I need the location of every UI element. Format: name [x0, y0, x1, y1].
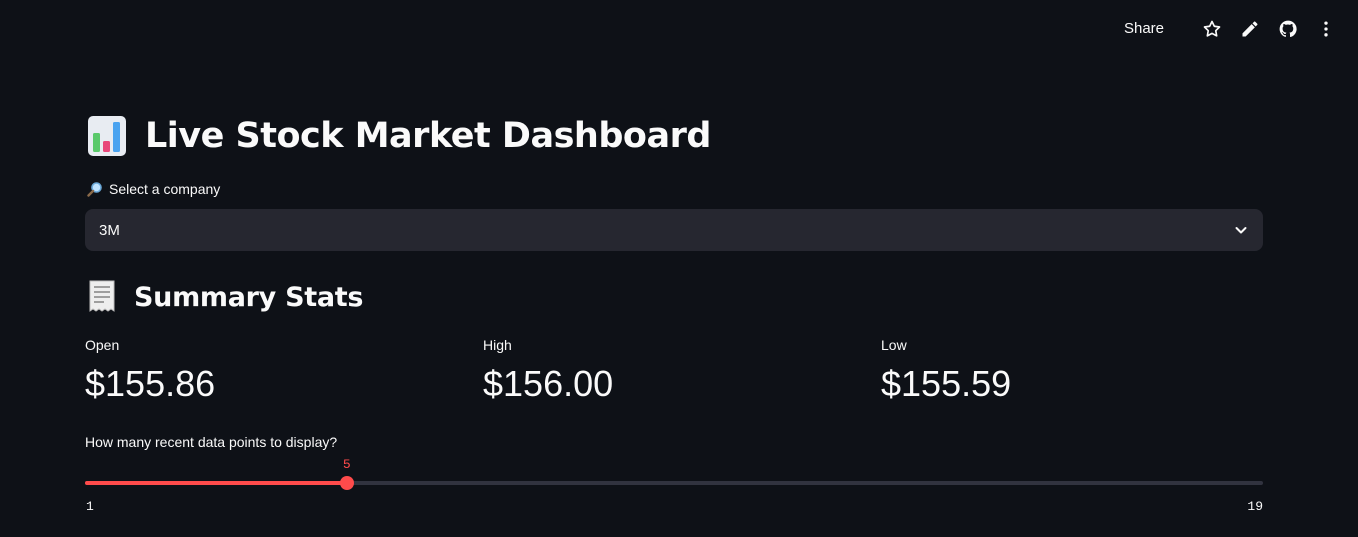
share-button[interactable]: Share	[1124, 20, 1164, 37]
page-title: Live Stock Market Dashboard	[145, 116, 711, 156]
metric-value: $155.59	[881, 363, 1012, 404]
company-select-value: 3M	[99, 221, 120, 239]
company-select[interactable]: 3M	[85, 209, 1263, 251]
points-slider-label: How many recent data points to display?	[85, 434, 338, 450]
company-select-label-text: Select a company	[109, 181, 221, 197]
metric-label: High	[483, 337, 512, 353]
points-slider-fill	[85, 481, 347, 485]
metric-value: $155.86	[85, 363, 216, 404]
summary-title: Summary Stats	[134, 281, 364, 313]
receipt-icon	[89, 280, 115, 312]
points-slider-current-value: 5	[342, 457, 351, 472]
metric-high: High $156.00	[483, 337, 881, 405]
metrics-row: Open $155.86 High $156.00 Low $155.59	[85, 337, 1279, 405]
metric-label: Low	[881, 337, 907, 353]
points-slider-min: 1	[86, 499, 94, 514]
chevron-down-icon	[1235, 227, 1247, 234]
bar-chart-icon	[88, 116, 126, 156]
star-icon[interactable]	[1202, 19, 1222, 39]
points-slider-thumb[interactable]	[339, 476, 354, 490]
summary-header: Summary Stats	[88, 280, 363, 314]
points-slider-max: 19	[1247, 499, 1263, 514]
magnifying-glass-icon	[87, 182, 102, 197]
points-slider-track[interactable]	[85, 476, 1263, 490]
github-icon[interactable]	[1278, 19, 1298, 39]
page-header: Live Stock Market Dashboard	[87, 115, 711, 157]
metric-label: Open	[85, 337, 120, 353]
metric-low: Low $155.59	[881, 337, 1279, 405]
pencil-icon[interactable]	[1240, 19, 1260, 39]
metric-open: Open $155.86	[85, 337, 483, 405]
top-toolbar: Share	[1124, 0, 1358, 57]
metric-value: $156.00	[483, 363, 614, 404]
kebab-menu-icon[interactable]	[1316, 19, 1336, 39]
company-select-label: Select a company	[87, 181, 220, 197]
